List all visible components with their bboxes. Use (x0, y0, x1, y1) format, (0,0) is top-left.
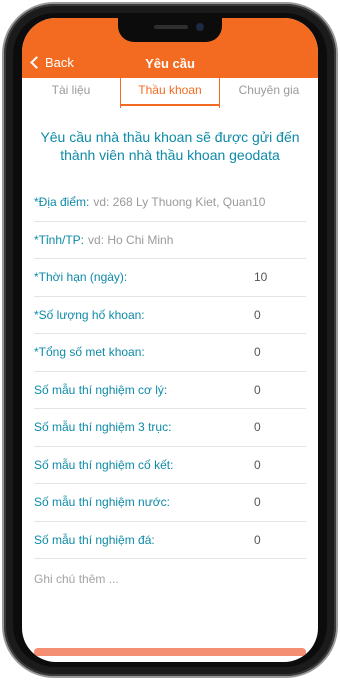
field-placeholder: vd: Ho Chi Minh (88, 232, 174, 247)
phone-notch (118, 18, 222, 42)
field-label: Số mẫu thí nghiệm 3 trục: (34, 420, 172, 435)
field-label: *Tỉnh/TP: (34, 232, 85, 247)
submit-button[interactable] (34, 648, 306, 656)
field-value: 0 (254, 307, 261, 322)
field-value: 10 (254, 270, 268, 285)
field-value: 0 (254, 457, 261, 472)
field-placeholder: vd: 268 Ly Thuong Kiet, Quan10 (93, 195, 266, 210)
notes-placeholder: Ghi chú thêm ... (34, 572, 119, 586)
request-form: *Địa điểm: vd: 268 Ly Thuong Kiet, Quan1… (34, 184, 306, 599)
field-label: Số mẫu thí nghiệm cố kết: (34, 457, 174, 472)
tab-tai-lieu[interactable]: Tài liệu (22, 78, 120, 108)
triaxial-samples-field[interactable]: Số mẫu thí nghiệm 3 trục: 0 (34, 409, 306, 447)
field-label: Số mẫu thí nghiệm đá: (34, 532, 155, 547)
borehole-count-field[interactable]: *Số lượng hố khoan: 0 (34, 297, 306, 334)
field-value: 0 (254, 532, 261, 547)
notes-field[interactable]: Ghi chú thêm ... (34, 559, 306, 599)
field-value: 0 (254, 345, 261, 360)
field-value: 0 (254, 382, 261, 397)
tab-bar: Tài liệu Thầu khoan Chuyên gia (22, 78, 318, 108)
province-field[interactable]: *Tỉnh/TP: vd: Ho Chi Minh (34, 222, 306, 259)
field-label: Số mẫu thí nghiệm cơ lý: (34, 382, 168, 397)
page-title: Yêu cầu (145, 56, 195, 71)
camera-icon (196, 23, 204, 31)
location-field[interactable]: *Địa điểm: vd: 268 Ly Thuong Kiet, Quan1… (34, 184, 306, 222)
field-label: *Địa điểm: (34, 195, 90, 210)
notice-text: Yêu cầu nhà thầu khoan sẽ được gửi đến t… (40, 129, 300, 163)
field-label: Số mẫu thí nghiệm nước: (34, 495, 170, 510)
water-samples-field[interactable]: Số mẫu thí nghiệm nước: 0 (34, 484, 306, 522)
consolidation-samples-field[interactable]: Số mẫu thí nghiệm cố kết: 0 (34, 447, 306, 484)
tab-thau-khoan[interactable]: Thầu khoan (120, 78, 220, 108)
total-meters-field[interactable]: *Tổng số met khoan: 0 (34, 334, 306, 372)
duration-field[interactable]: *Thời hạn (ngày): 10 (34, 259, 306, 297)
field-label: *Thời hạn (ngày): (34, 270, 128, 285)
field-value: 0 (254, 495, 261, 510)
speaker-icon (154, 25, 188, 29)
mechanical-samples-field[interactable]: Số mẫu thí nghiệm cơ lý: 0 (34, 372, 306, 409)
rock-samples-field[interactable]: Số mẫu thí nghiệm đá: 0 (34, 522, 306, 559)
app-screen: Back Yêu cầu Tài liệu Thầu khoan Chuyên … (22, 18, 318, 662)
field-value: 0 (254, 420, 261, 435)
field-label: *Số lượng hố khoan: (34, 307, 145, 322)
field-label: *Tổng số met khoan: (34, 345, 145, 360)
tab-chuyen-gia[interactable]: Chuyên gia (220, 78, 318, 108)
